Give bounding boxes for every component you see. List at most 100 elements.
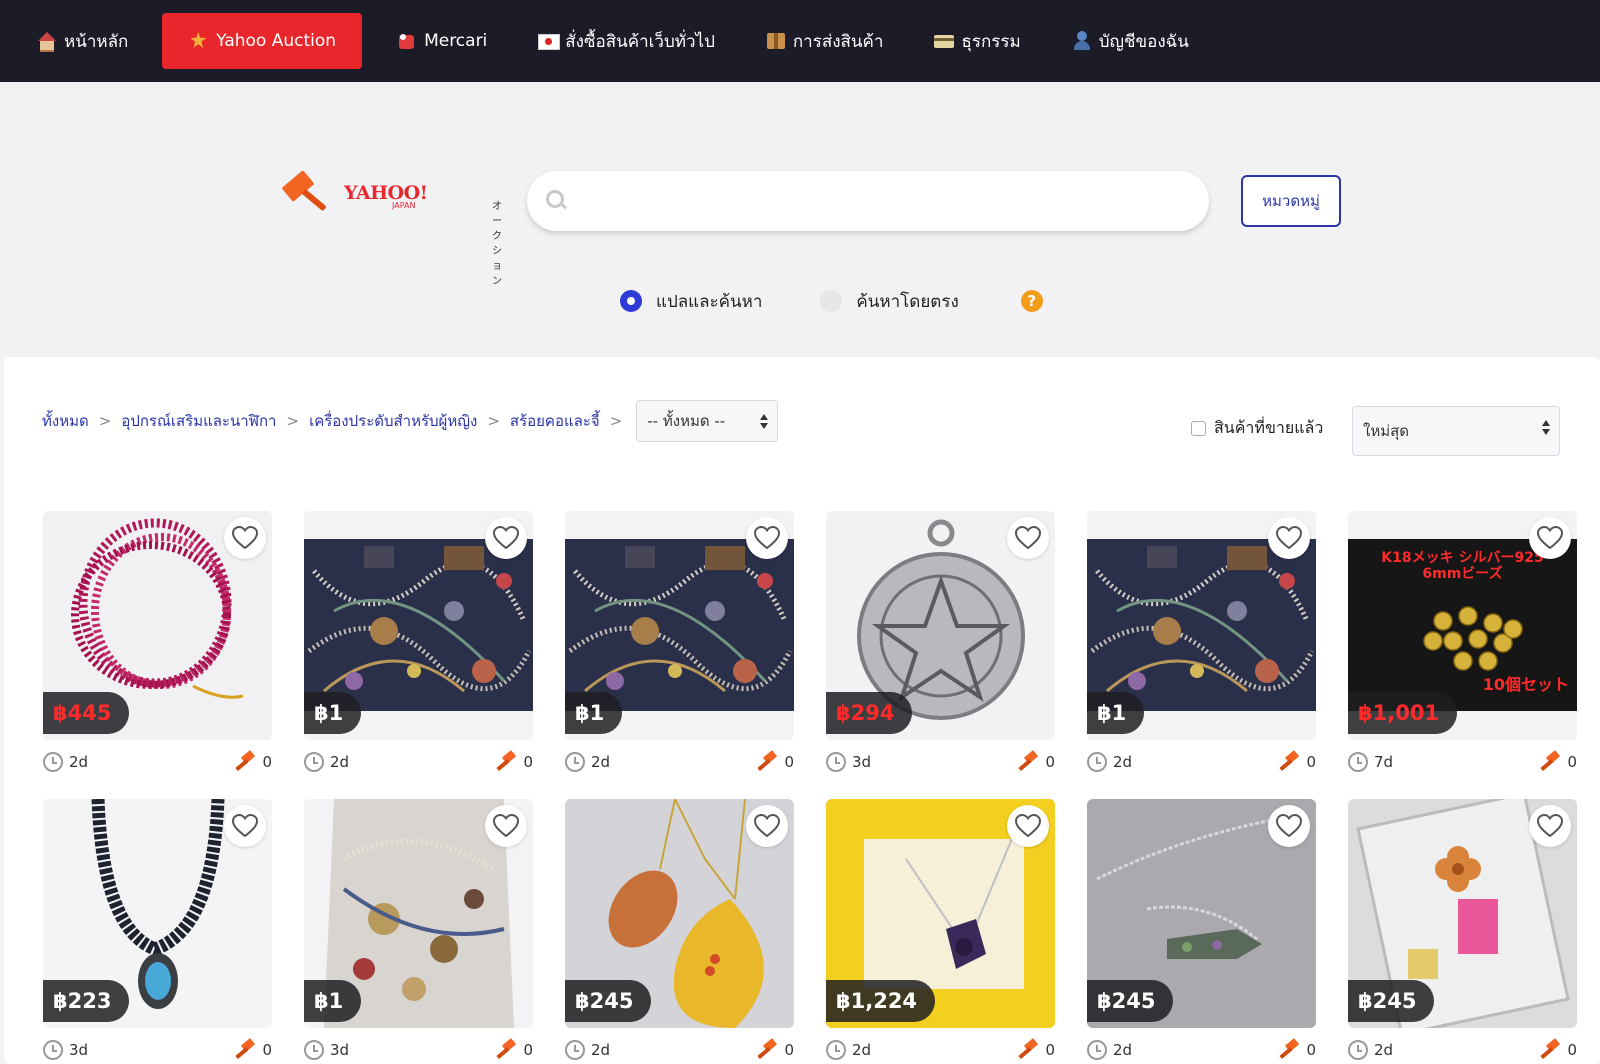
nav-label: การส่งสินค้า: [792, 31, 884, 52]
favorite-heart-icon[interactable]: [1529, 517, 1571, 559]
bid-count-value: 0: [1306, 752, 1316, 771]
select-arrows-icon: [760, 414, 769, 430]
product-meta: 2d 0: [1087, 1028, 1316, 1064]
mercari-icon: [396, 30, 418, 52]
nav-item-home[interactable]: หน้าหลัก: [20, 13, 144, 69]
clock-icon: [1348, 1039, 1368, 1060]
product-card[interactable]: ฿223 3d 0: [43, 799, 272, 1064]
product-meta: 2d 0: [1348, 1028, 1577, 1064]
bid-count: 0: [1278, 751, 1316, 773]
help-icon[interactable]: ?: [1020, 290, 1043, 312]
clock-icon: [43, 751, 63, 772]
product-thumbnail[interactable]: ฿223: [43, 799, 272, 1028]
favorite-heart-icon[interactable]: [224, 517, 266, 559]
breadcrumb-item[interactable]: อุปกรณ์เสริมและนาฬิกา: [121, 409, 276, 433]
nav-item-account[interactable]: บัญชีของฉัน: [1055, 13, 1205, 69]
product-thumbnail[interactable]: ฿1: [1087, 511, 1316, 740]
product-thumbnail[interactable]: ฿445: [43, 511, 272, 740]
product-card[interactable]: ฿1,224 2d 0: [826, 799, 1055, 1064]
favorite-heart-icon[interactable]: [746, 517, 788, 559]
sold-items-label: สินค้าที่ขายแล้ว: [1214, 418, 1324, 437]
product-card[interactable]: ฿445 2d 0: [43, 511, 272, 783]
bid-count: 0: [1539, 751, 1577, 773]
bid-count-value: 0: [262, 752, 272, 771]
time-left: 2d: [565, 1039, 610, 1060]
breadcrumb-item[interactable]: เครื่องประดับสำหรับผู้หญิง: [309, 409, 477, 433]
search-input[interactable]: [579, 181, 1189, 221]
bid-count: 0: [756, 751, 794, 773]
product-meta: 2d 0: [1087, 740, 1316, 783]
time-left-value: 2d: [852, 1040, 872, 1059]
product-card[interactable]: ฿1 2d 0: [304, 511, 533, 783]
product-card[interactable]: ฿1 3d 0: [304, 799, 533, 1064]
product-thumbnail[interactable]: ฿294: [826, 511, 1055, 740]
time-left-value: 3d: [852, 752, 872, 771]
favorite-heart-icon[interactable]: [485, 517, 527, 559]
radio-translate-search[interactable]: แปลและค้นหา: [620, 288, 762, 315]
yahoo-auction-logo[interactable]: YAHOO! JAPAN オークション: [281, 170, 502, 287]
bid-count: 0: [495, 751, 533, 773]
breadcrumb-item[interactable]: สร้อยคอและจี้: [510, 409, 600, 433]
favorite-heart-icon[interactable]: [1007, 805, 1049, 847]
product-thumbnail[interactable]: ฿245: [565, 799, 794, 1028]
product-meta: 3d 0: [304, 1028, 533, 1064]
product-price: ฿1,001: [1348, 692, 1458, 734]
product-meta: 3d 0: [43, 1028, 272, 1064]
logo-auction-text: オークション: [492, 201, 502, 287]
favorite-heart-icon[interactable]: [224, 805, 266, 847]
product-card[interactable]: ฿245 2d 0: [1348, 799, 1577, 1064]
product-thumbnail[interactable]: K18メッキ シルバー925 6mmビーズ 10個セット ฿1,001: [1348, 511, 1577, 740]
product-thumbnail[interactable]: ฿1,224: [826, 799, 1055, 1028]
favorite-heart-icon[interactable]: [746, 805, 788, 847]
favorite-heart-icon[interactable]: [485, 805, 527, 847]
time-left-value: 2d: [1113, 1040, 1133, 1059]
product-card[interactable]: ฿245 2d 0: [565, 799, 794, 1064]
breadcrumb: ทั้งหมด > อุปกรณ์เสริมและนาฬิกา > เครื่อ…: [42, 400, 779, 442]
product-card[interactable]: ฿1 2d 0: [1087, 511, 1316, 783]
product-meta: 2d 0: [826, 1028, 1055, 1064]
breadcrumb-item[interactable]: ทั้งหมด: [42, 409, 89, 433]
nav-item-yahoo-auction[interactable]: Yahoo Auction: [162, 13, 363, 69]
bid-count: 0: [1017, 751, 1055, 773]
product-card[interactable]: ฿1 2d 0: [565, 511, 794, 783]
results-panel: ทั้งหมด > อุปกรณ์เสริมและนาฬิกา > เครื่อ…: [4, 357, 1600, 1064]
gavel-logo-icon: [281, 170, 332, 221]
product-meta: 2d 0: [304, 740, 533, 783]
product-price: ฿245: [565, 980, 652, 1022]
gavel-icon: [756, 1039, 778, 1061]
product-thumbnail[interactable]: ฿1: [304, 511, 533, 740]
bid-count-value: 0: [262, 1040, 272, 1059]
nav-label: ธุรกรรม: [961, 31, 1021, 52]
favorite-heart-icon[interactable]: [1268, 805, 1310, 847]
product-thumbnail[interactable]: ฿245: [1348, 799, 1577, 1028]
clock-icon: [565, 751, 585, 772]
bid-count: 0: [234, 1039, 272, 1061]
time-left: 3d: [826, 751, 872, 772]
product-price: ฿294: [826, 692, 913, 734]
sold-items-checkbox[interactable]: [1191, 421, 1206, 436]
product-card[interactable]: K18メッキ シルバー925 6mmビーズ 10個セット ฿1,001 7d 0: [1348, 511, 1577, 783]
product-card[interactable]: ฿245 2d 0: [1087, 799, 1316, 1064]
product-thumbnail[interactable]: ฿1: [565, 511, 794, 740]
nav-item-shipping[interactable]: การส่งสินค้า: [749, 13, 900, 69]
favorite-heart-icon[interactable]: [1268, 517, 1310, 559]
radio-direct-search[interactable]: ค้นหาโดยตรง: [820, 288, 959, 315]
product-price: ฿245: [1348, 980, 1435, 1022]
sort-select[interactable]: ใหม่สุด: [1352, 406, 1560, 456]
sold-items-filter[interactable]: สินค้าที่ขายแล้ว: [1191, 416, 1323, 441]
gavel-icon: [756, 751, 778, 773]
time-left: 2d: [1087, 1039, 1133, 1060]
favorite-heart-icon[interactable]: [1529, 805, 1571, 847]
product-card[interactable]: ฿294 3d 0: [826, 511, 1055, 783]
product-thumbnail[interactable]: ฿245: [1087, 799, 1316, 1028]
favorite-heart-icon[interactable]: [1007, 517, 1049, 559]
category-button[interactable]: หมวดหมู่: [1241, 175, 1341, 227]
product-thumbnail[interactable]: ฿1: [304, 799, 533, 1028]
nav-item-transactions[interactable]: ธุรกรรม: [917, 13, 1036, 69]
bid-count-value: 0: [1306, 1040, 1316, 1059]
nav-item-mercari[interactable]: Mercari: [380, 13, 503, 69]
subcategory-select[interactable]: -- ทั้งหมด --: [636, 400, 779, 442]
radio-label: ค้นหาโดยตรง: [856, 291, 959, 312]
nav-item-general-shopping[interactable]: สั่งซื้อสินค้าเว็บทั่วไป: [521, 13, 731, 69]
product-meta: 7d 0: [1348, 740, 1577, 783]
